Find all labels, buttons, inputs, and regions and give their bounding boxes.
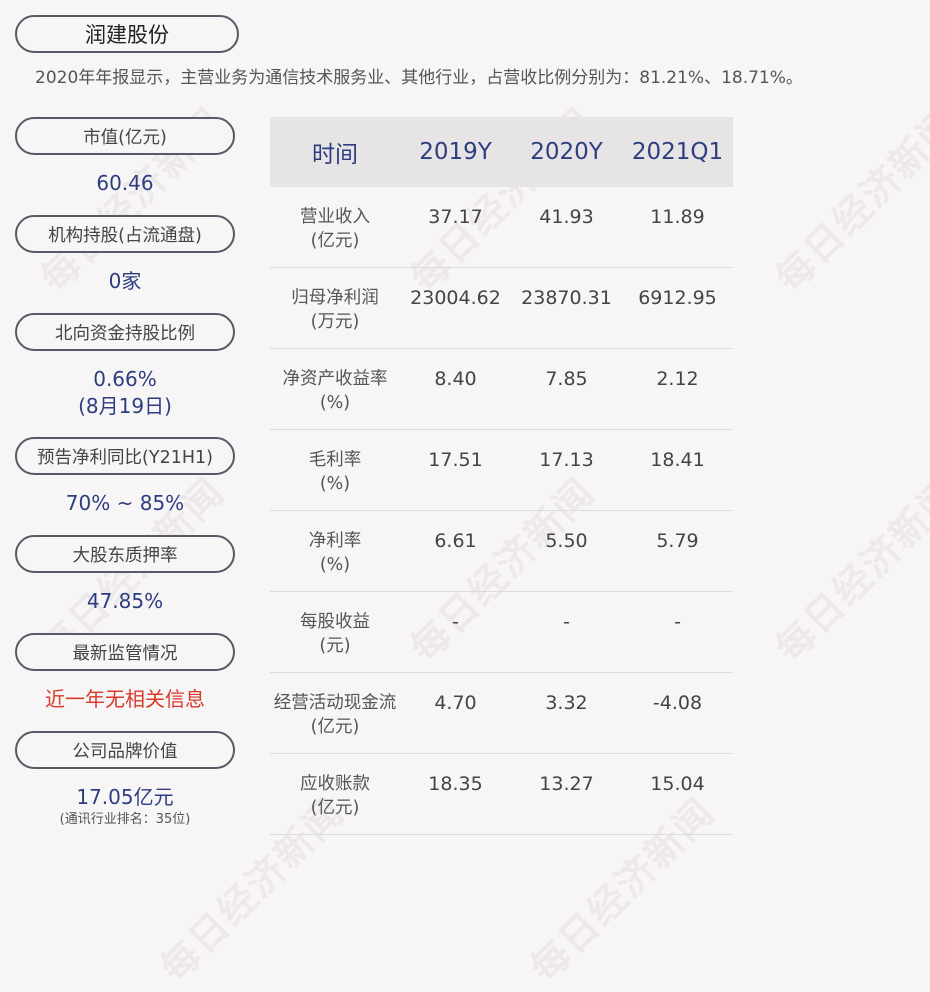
- table-cell: 13.27: [539, 773, 594, 795]
- row-label: 经营活动现金流 (亿元): [270, 673, 400, 739]
- table-row: 毛利率 (%) 17.51 17.13 18.41: [270, 430, 733, 511]
- metric-value-regulatory-status: 近一年无相关信息: [45, 687, 205, 711]
- table-cell: 18.35: [428, 773, 483, 795]
- metric-label: 公司品牌价值: [72, 741, 178, 762]
- table-cell: 4.70: [434, 692, 477, 714]
- table-body: 营业收入 (亿元) 37.17 41.93 11.89 归母净利润 (万元) 23004.62…: [270, 187, 733, 835]
- table-cell: 23004.62: [410, 287, 501, 309]
- financial-table: 时间 2019Y 2020Y 2021Q1 营业收入 (亿元) 37.17 41.93…: [270, 117, 733, 835]
- metric-label: 机构持股(占流通盘): [48, 225, 202, 246]
- row-unit: (元): [319, 636, 351, 656]
- metric-label-northbound-ratio: 北向资金持股比例: [15, 313, 235, 351]
- row-label: 应收账款 (亿元): [270, 754, 400, 820]
- table-cell: 37.17: [428, 206, 483, 228]
- table-cell: -4.08: [652, 692, 703, 714]
- table-row: 应收账款 (亿元) 18.35 13.27 15.04: [270, 754, 733, 835]
- table-cell: 2.12: [656, 368, 699, 390]
- row-label: 毛利率 (%): [270, 430, 400, 496]
- row-label: 净利率 (%): [270, 511, 400, 577]
- table-cell: 41.93: [539, 206, 594, 228]
- row-name: 净资产收益率: [282, 369, 388, 389]
- row-unit: (%): [319, 393, 351, 413]
- header-time: 时间: [312, 142, 358, 168]
- table-cell: -: [563, 611, 570, 633]
- company-title: 润建股份: [15, 15, 239, 53]
- table-row: 经营活动现金流 (亿元) 4.70 3.32 -4.08: [270, 673, 733, 754]
- header-2019y: 2019Y: [419, 139, 492, 165]
- table-row: 净利率 (%) 6.61 5.50 5.79: [270, 511, 733, 592]
- table-cell: 17.51: [428, 449, 483, 471]
- row-unit: (%): [319, 474, 351, 494]
- row-name: 每股收益: [300, 612, 370, 632]
- table-row: 净资产收益率 (%) 8.40 7.85 2.12: [270, 349, 733, 430]
- row-unit: (%): [319, 555, 351, 575]
- metric-value-northbound-ratio: 0.66%: [93, 367, 157, 391]
- row-name: 经营活动现金流: [273, 693, 397, 713]
- table-cell: 5.50: [545, 530, 588, 552]
- header-2020y: 2020Y: [530, 139, 603, 165]
- table-row: 归母净利润 (万元) 23004.62 23870.31 6912.95: [270, 268, 733, 349]
- table-cell: -: [674, 611, 681, 633]
- metric-value-profit-forecast: 70% ~ 85%: [65, 491, 185, 515]
- table-cell: 11.89: [650, 206, 705, 228]
- metric-label-pledge-ratio: 大股东质押率: [15, 535, 235, 573]
- metric-value-brand-value: 17.05亿元: [76, 785, 174, 809]
- table-cell: 18.41: [650, 449, 705, 471]
- metric-label-profit-forecast: 预告净利同比(Y21H1): [15, 437, 235, 475]
- row-label: 归母净利润 (万元): [270, 268, 400, 334]
- row-name: 应收账款: [300, 774, 370, 794]
- row-name: 净利率: [308, 531, 362, 551]
- table-cell: 8.40: [434, 368, 477, 390]
- table-header: 时间 2019Y 2020Y 2021Q1: [270, 117, 733, 187]
- row-unit: (万元): [310, 312, 360, 332]
- metric-value-northbound-date: (8月19日): [78, 394, 172, 418]
- metric-label: 最新监管情况: [72, 643, 178, 664]
- metric-value-pledge-ratio: 47.85%: [86, 589, 164, 613]
- table-cell: 7.85: [545, 368, 588, 390]
- row-unit: (亿元): [310, 717, 360, 737]
- row-label: 营业收入 (亿元): [270, 187, 400, 253]
- metric-label: 市值(亿元): [83, 127, 167, 148]
- table-cell: 15.04: [650, 773, 705, 795]
- table-cell: 3.32: [545, 692, 588, 714]
- row-unit: (亿元): [310, 231, 360, 251]
- business-summary: 2020年年报显示，主营业务为通信技术服务业、其他行业，占营收比例分别为：81.…: [35, 68, 803, 88]
- metric-label-market-cap: 市值(亿元): [15, 117, 235, 155]
- table-row: 每股收益 (元) - - -: [270, 592, 733, 673]
- table-cell: -: [452, 611, 459, 633]
- table-row: 营业收入 (亿元) 37.17 41.93 11.89: [270, 187, 733, 268]
- row-label: 每股收益 (元): [270, 592, 400, 658]
- row-label: 净资产收益率 (%): [270, 349, 400, 415]
- table-cell: 5.79: [656, 530, 699, 552]
- row-name: 毛利率: [308, 450, 362, 470]
- metric-sub-brand-rank: (通讯行业排名：35位): [59, 812, 191, 827]
- watermark: 每日经济新闻: [766, 468, 930, 671]
- table-cell: 17.13: [539, 449, 594, 471]
- row-name: 营业收入: [300, 207, 370, 227]
- metric-label-institutional-holdings: 机构持股(占流通盘): [15, 215, 235, 253]
- metric-label: 预告净利同比(Y21H1): [37, 447, 213, 468]
- table-cell: 23870.31: [521, 287, 612, 309]
- table-cell: 6912.95: [638, 287, 717, 309]
- metric-label-regulatory-status: 最新监管情况: [15, 633, 235, 671]
- row-name: 归母净利润: [291, 288, 379, 308]
- row-unit: (亿元): [310, 798, 360, 818]
- metric-label: 大股东质押率: [72, 545, 178, 566]
- table-cell: 6.61: [434, 530, 477, 552]
- company-name: 润建股份: [85, 23, 169, 47]
- metric-value-institutional-holdings: 0家: [108, 269, 142, 293]
- metric-value-market-cap: 60.46: [96, 171, 154, 195]
- metric-label: 北向资金持股比例: [55, 323, 195, 344]
- metric-label-brand-value: 公司品牌价值: [15, 731, 235, 769]
- header-2021q1: 2021Q1: [631, 139, 724, 165]
- watermark: 每日经济新闻: [766, 98, 930, 301]
